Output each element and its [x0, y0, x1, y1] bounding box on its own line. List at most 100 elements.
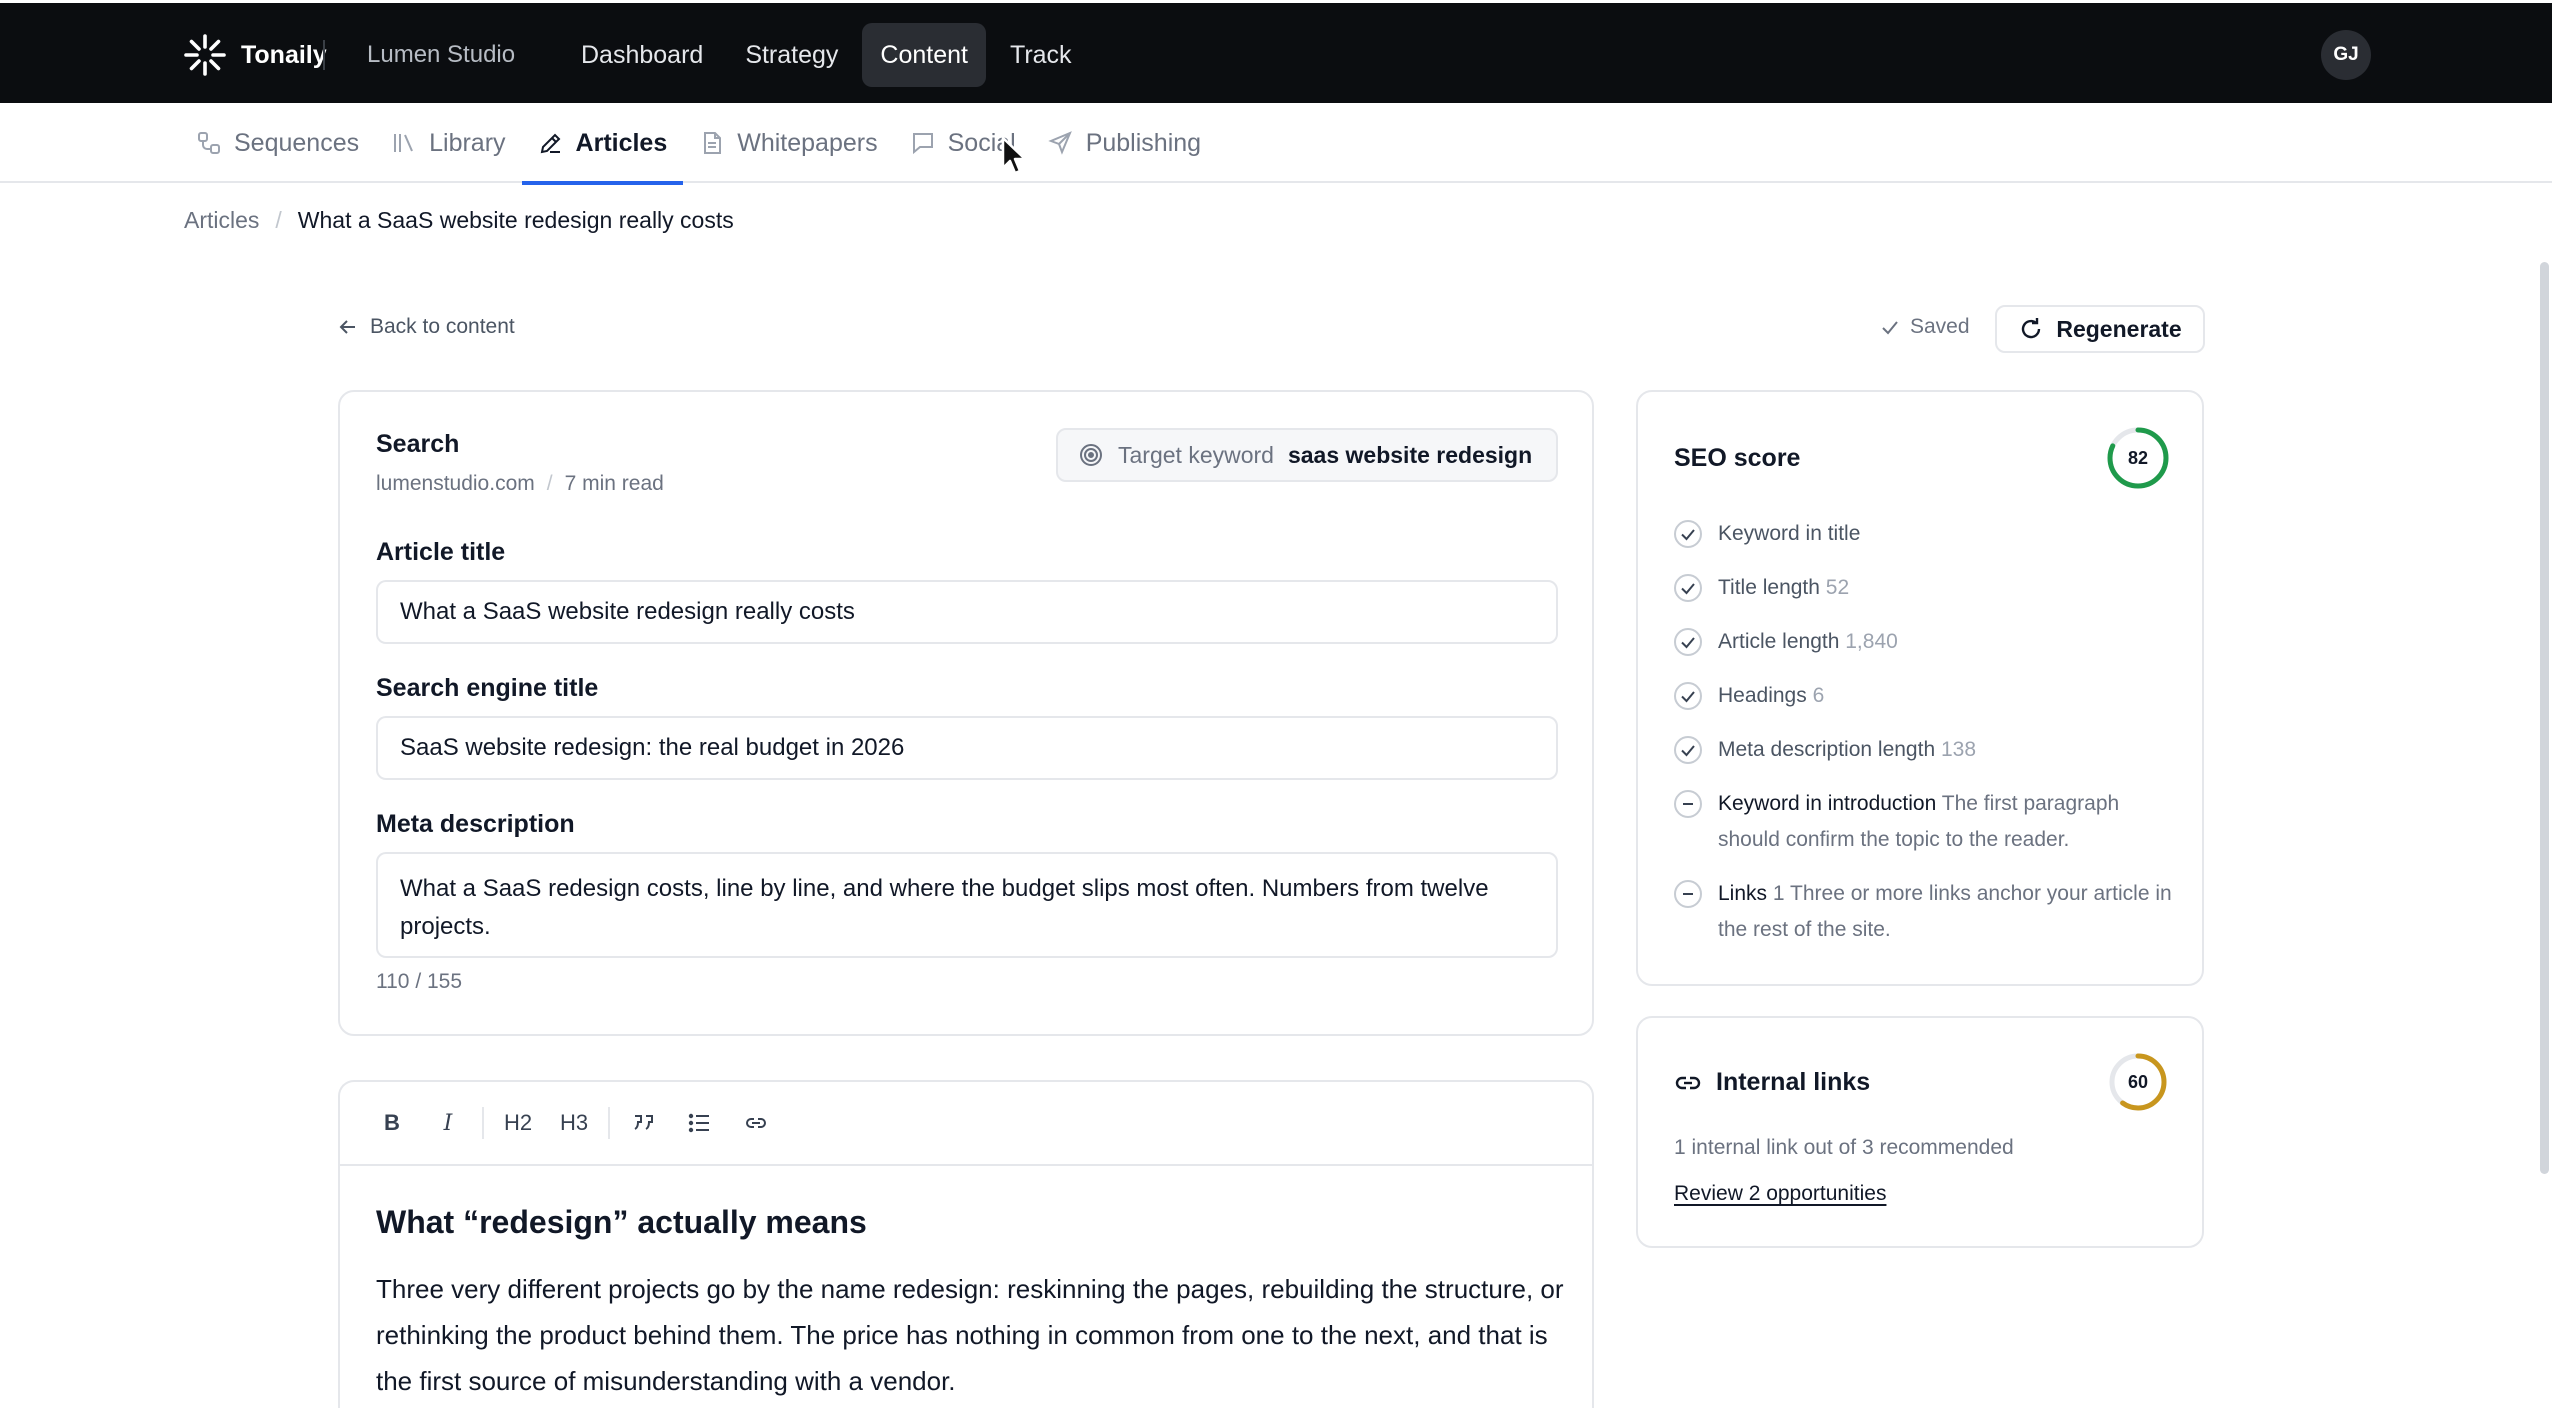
h2-button[interactable]: H2 [490, 1101, 546, 1145]
seo-check-headings: Headings 6 [1674, 678, 2174, 714]
tab-sequences[interactable]: Sequences [180, 103, 375, 183]
tab-label: Sequences [234, 128, 360, 157]
target-keyword-label: Target keyword [1118, 441, 1274, 468]
seo-check-meta-description-length: Meta description length 138 [1674, 732, 2174, 768]
pencil-icon [540, 133, 560, 154]
workspace-name[interactable]: Lumen Studio [367, 41, 515, 69]
main-nav: Dashboard Strategy Content Track [563, 23, 1090, 87]
link-icon [1675, 1076, 1701, 1089]
source-domain: lumenstudio.com [376, 472, 535, 495]
quote-button[interactable] [616, 1101, 672, 1145]
seo-check-label: Meta description length [1718, 738, 1936, 761]
seo-check-links: Links 1 Three or more links anchor your … [1674, 876, 2174, 948]
review-opportunities-link[interactable]: Review 2 opportunities [1674, 1182, 1886, 1206]
internal-links-score-value: 60 [2127, 1071, 2149, 1092]
article-title-input[interactable]: What a SaaS website redesign really cost… [376, 580, 1558, 644]
breadcrumb-current: What a SaaS website redesign really cost… [297, 207, 734, 233]
list-icon [688, 1113, 709, 1133]
tab-whitepapers[interactable]: Whitepapers [683, 103, 893, 183]
tab-library[interactable]: Library [375, 103, 521, 183]
seo-check-label: Article length [1718, 630, 1840, 653]
tab-label: Publishing [1085, 128, 1202, 157]
refresh-icon [2022, 318, 2041, 339]
seo-check-label: Keyword in title [1718, 522, 1861, 545]
article-paragraph[interactable]: Three very different projects go by the … [376, 1266, 1566, 1404]
sequences-icon [198, 132, 220, 154]
seo-title-label: Search engine title [376, 674, 599, 702]
target-keyword-value: saas website redesign [1287, 441, 1533, 468]
toolbar-divider [482, 1107, 484, 1139]
brand[interactable]: Tonaily [183, 30, 327, 80]
tab-publishing[interactable]: Publishing [1032, 103, 1217, 183]
seo-check-value: 1 [1772, 882, 1785, 905]
send-icon [1047, 131, 1072, 155]
back-to-content-link[interactable]: Back to content [338, 315, 515, 339]
source-separator: / [546, 472, 553, 495]
tonaily-logo-icon [184, 34, 226, 76]
seo-check-label: Headings [1718, 684, 1807, 707]
article-title-label: Article title [376, 538, 506, 566]
internal-links-title: Internal links [1716, 1068, 1871, 1096]
internal-links-card: Internal links 60 1 internal link out of… [1636, 1016, 2204, 1248]
nav-track[interactable]: Track [992, 23, 1090, 87]
arrow-left-icon [339, 320, 355, 334]
seo-check-title-length: Title length 52 [1674, 570, 2174, 606]
back-link-label: Back to content [370, 315, 515, 338]
brand-name: Tonaily [241, 40, 327, 69]
seo-check-keyword-in-title: Keyword in title [1674, 516, 2174, 552]
seo-score-value: 82 [2127, 447, 2149, 468]
minus-circle-icon [1674, 880, 1702, 908]
brand-divider [323, 40, 325, 70]
source-type: Search [376, 430, 460, 458]
tab-label: Whitepapers [737, 128, 878, 157]
seo-score-card: SEO score 82 Keyword in title Title leng… [1636, 390, 2204, 986]
breadcrumb-articles[interactable]: Articles [184, 207, 259, 234]
seo-title-input[interactable]: SaaS website redesign: the real budget i… [376, 716, 1558, 780]
internal-links-header: Internal links [1674, 1068, 1870, 1097]
nav-content[interactable]: Content [862, 23, 986, 87]
tab-articles[interactable]: Articles [521, 103, 684, 185]
editor-toolbar: B I H2 H3 [340, 1082, 1592, 1166]
seo-score-ring: 82 [2106, 426, 2170, 490]
tab-label: Articles [575, 128, 668, 157]
check-circle-icon [1674, 520, 1702, 548]
saved-status: Saved [1880, 315, 1970, 339]
seo-check-article-length: Article length 1,840 [1674, 624, 2174, 660]
link-button[interactable] [728, 1101, 784, 1145]
seo-check-keyword-in-introduction: Keyword in introduction The first paragr… [1674, 786, 2174, 858]
library-icon [394, 134, 414, 152]
article-editor-card: B I H2 H3 What “redesign” actually means… [338, 1080, 1594, 1408]
regenerate-label: Regenerate [2056, 315, 2182, 342]
document-icon [704, 132, 722, 154]
bullet-list-button[interactable] [672, 1101, 728, 1145]
seo-check-label: Title length [1718, 576, 1820, 599]
seo-check-note: Three or more links anchor your article … [1718, 882, 2172, 941]
seo-check-value: 1,840 [1845, 630, 1898, 653]
nav-strategy[interactable]: Strategy [727, 23, 856, 87]
nav-dashboard[interactable]: Dashboard [563, 23, 721, 87]
page-scrollbar[interactable] [2540, 262, 2549, 1174]
top-navbar: Tonaily Lumen Studio Dashboard Strategy … [0, 0, 2552, 103]
bold-button[interactable]: B [364, 1101, 420, 1145]
check-circle-icon [1674, 628, 1702, 656]
content-subnav: Sequences Library Articles Whitepapers S… [0, 103, 2552, 185]
italic-button[interactable]: I [420, 1101, 476, 1145]
check-circle-icon [1674, 682, 1702, 710]
target-keyword-pill[interactable]: Target keyword saas website redesign [1056, 428, 1558, 482]
regenerate-button[interactable]: Regenerate [1995, 305, 2205, 353]
seo-check-value: 52 [1825, 576, 1850, 599]
tab-label: Library [429, 128, 506, 157]
user-avatar[interactable]: GJ [2321, 30, 2371, 80]
meta-description-char-count: 110 / 155 [376, 970, 463, 993]
target-icon [1080, 444, 1102, 466]
h3-button[interactable]: H3 [546, 1101, 602, 1145]
article-heading[interactable]: What “redesign” actually means [376, 1204, 867, 1241]
minus-circle-icon [1674, 790, 1702, 818]
seo-check-label: Keyword in introduction [1718, 792, 1937, 815]
meta-description-label: Meta description [376, 810, 575, 838]
read-time: 7 min read [564, 472, 664, 495]
seo-check-label: Links [1718, 882, 1768, 905]
seo-check-value: 6 [1812, 684, 1825, 707]
meta-description-textarea[interactable]: What a SaaS redesign costs, line by line… [376, 852, 1558, 958]
quote-icon [634, 1115, 653, 1130]
